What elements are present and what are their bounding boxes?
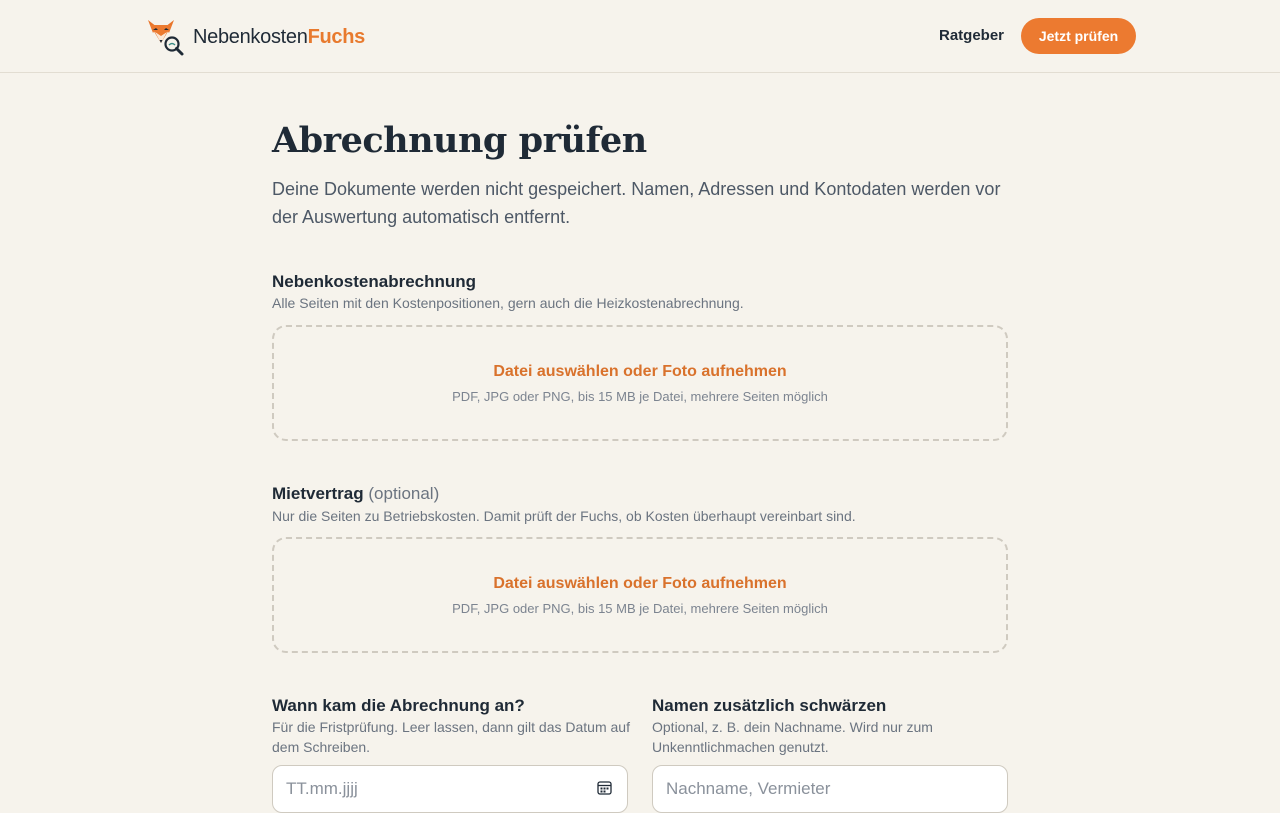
statement-upload-label: Nebenkostenabrechnung (272, 272, 477, 291)
fox-magnifier-icon (148, 20, 184, 56)
page-title: Abrechnung prüfen (272, 120, 647, 161)
dropzone-subtitle: PDF, JPG oder PNG, bis 15 MB je Datei, m… (452, 600, 828, 616)
contract-dropzone[interactable]: Datei auswählen oder Foto aufnehmen PDF,… (272, 537, 1008, 653)
redact-names-input[interactable] (652, 765, 1008, 813)
dropzone-title: Datei auswählen oder Foto aufnehmen (493, 362, 787, 380)
brand-logo[interactable]: NebenkostenFuchs (145, 17, 365, 57)
statement-upload-hint: Alle Seiten mit den Kostenpositionen, ge… (272, 295, 744, 311)
privacy-notice: Deine Dokumente werden nicht gespeichert… (272, 179, 1001, 227)
optional-tag: (optional) (368, 484, 440, 503)
dropzone-subtitle: PDF, JPG oder PNG, bis 15 MB je Datei, m… (452, 388, 828, 404)
redact-names-label: Namen zusätzlich schwärzen (652, 696, 887, 715)
redact-names-hint: Optional, z. B. dein Nachname. Wird nur … (652, 719, 933, 755)
nav-link-ratgeber[interactable]: Ratgeber (939, 27, 1004, 44)
receipt-date-label: Wann kam die Abrechnung an? (272, 696, 525, 715)
jetzt-pruefen-button[interactable]: Jetzt prüfen (1021, 18, 1136, 54)
statement-dropzone[interactable]: Datei auswählen oder Foto aufnehmen PDF,… (272, 325, 1008, 441)
contract-upload-label: Mietvertrag (optional) (272, 484, 440, 503)
receipt-date-hint: Für die Fristprüfung. Leer lassen, dann … (272, 719, 630, 755)
dropzone-title: Datei auswählen oder Foto aufnehmen (493, 574, 787, 592)
brand-name: NebenkostenFuchs (193, 25, 365, 48)
contract-upload-hint: Nur die Seiten zu Betriebskosten. Damit … (272, 508, 856, 524)
site-header: NebenkostenFuchs Ratgeber Jetzt prüfen (0, 0, 1280, 73)
calendar-icon[interactable] (597, 780, 612, 795)
receipt-date-input[interactable] (272, 765, 628, 813)
